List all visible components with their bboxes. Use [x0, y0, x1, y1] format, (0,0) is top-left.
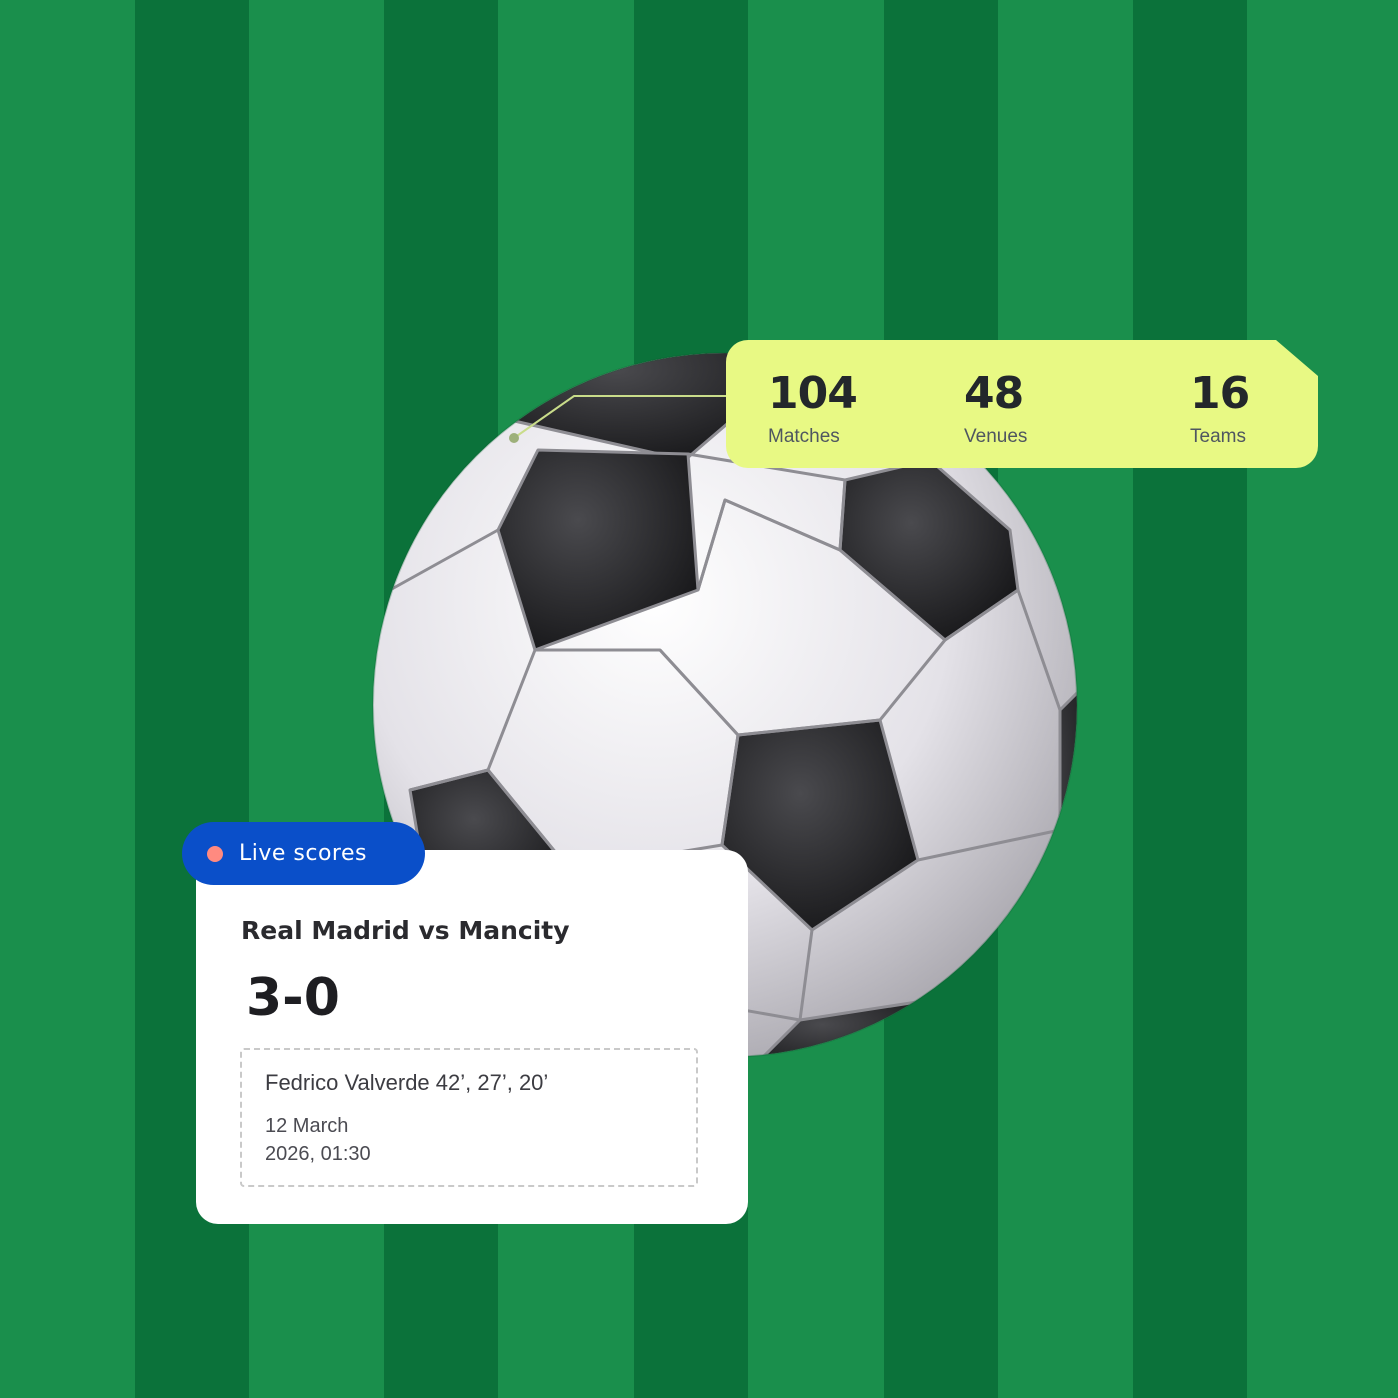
live-dot-icon [207, 845, 223, 862]
stat-teams-label: Teams [1190, 426, 1246, 447]
goal-scorer: Fedrico Valverde 42’, 27’, 20’ [265, 1070, 549, 1095]
stat-matches-value: 104 [768, 368, 858, 419]
match-date-line1: 12 March [265, 1115, 349, 1137]
stat-venues-label: Venues [964, 426, 1028, 447]
live-scores-badge[interactable]: Live scores [182, 822, 425, 885]
stats-card: 104 Matches 48 Venues 16 Teams [726, 340, 1318, 468]
match-details: Fedrico Valverde 42’, 27’, 20’ 12 March … [240, 1048, 698, 1187]
stat-teams-value: 16 [1190, 368, 1250, 419]
live-score-card[interactable]: Real Madrid vs Mancity 3-0 Fedrico Valve… [196, 850, 748, 1224]
stat-venues-value: 48 [964, 368, 1024, 419]
connector-line [509, 395, 736, 443]
match-date-line2: 2026, 01:30 [265, 1143, 371, 1165]
match-title: Real Madrid vs Mancity [241, 916, 570, 945]
match-date: 12 March 2026, 01:30 [265, 1112, 465, 1168]
stat-matches-label: Matches [768, 426, 840, 447]
live-scores-label: Live scores [239, 841, 367, 866]
match-score: 3-0 [246, 968, 340, 1028]
stat-teams: 16 Teams [1190, 366, 1250, 448]
stat-matches: 104 Matches [768, 366, 858, 448]
stat-venues: 48 Venues [964, 366, 1027, 448]
